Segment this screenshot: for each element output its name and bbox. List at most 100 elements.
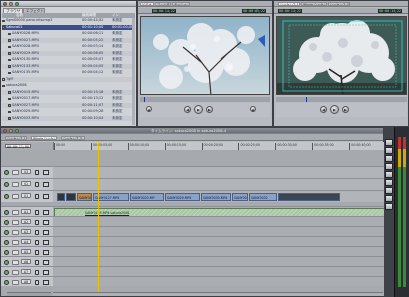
- track-visibility-icon[interactable]: [4, 182, 9, 187]
- video-clip[interactable]: SANY003: [232, 193, 248, 201]
- audio-track-header[interactable]: A4: [1, 236, 53, 246]
- canvas-duration-timecode[interactable]: 00:00:14;22: [278, 9, 302, 13]
- video-track-lane[interactable]: [53, 166, 385, 178]
- canvas-prev-edit-button[interactable]: ◀: [320, 106, 327, 113]
- browser-row[interactable]: SANY0135.MP4 00:00:04;12 未設定: [2, 70, 135, 76]
- crop-tool-icon[interactable]: [385, 195, 393, 202]
- canvas-current-timecode[interactable]: 00:00:14;22: [378, 9, 402, 13]
- tab-whole-sequence[interactable]: Whole シーケンス: [301, 2, 327, 6]
- track-label[interactable]: A2: [21, 218, 31, 224]
- lock-icon[interactable]: [35, 181, 39, 187]
- viewer-playhead[interactable]: [144, 97, 145, 102]
- timeline-close-icon[interactable]: [3, 129, 7, 133]
- track-audible-icon[interactable]: [4, 230, 9, 235]
- video-clip[interactable]: [57, 193, 65, 201]
- browser-row[interactable]: SANY0033.MP4 00:00:10;04 未設定: [2, 115, 135, 121]
- audio-track-header[interactable]: A5: [1, 246, 53, 256]
- canvas-play-button[interactable]: ▶: [330, 105, 339, 114]
- source-patch[interactable]: [12, 229, 19, 235]
- timeline-tab-sequence-3[interactable]: シーケンス 3: [61, 136, 85, 140]
- tab-motion[interactable]: モーション: [172, 2, 190, 6]
- timeline-zoom-icon[interactable]: [15, 129, 19, 133]
- mark-in-button[interactable]: ◆: [146, 106, 152, 112]
- audio-track-lane[interactable]: [53, 256, 385, 266]
- viewer-scrubber[interactable]: [140, 97, 270, 102]
- auto-select-icon[interactable]: [43, 239, 49, 245]
- auto-select-icon[interactable]: [43, 209, 49, 215]
- video-track-lane[interactable]: [53, 178, 385, 190]
- audio-track-lane[interactable]: [53, 226, 385, 236]
- video-track-header[interactable]: V3: [1, 166, 53, 178]
- audio-track-lane[interactable]: [53, 276, 385, 286]
- audio-track-header[interactable]: A3: [1, 226, 53, 236]
- source-patch[interactable]: [12, 279, 19, 285]
- track-audible-icon[interactable]: [4, 240, 9, 245]
- track-label[interactable]: A8: [21, 278, 31, 284]
- track-label[interactable]: A3: [21, 228, 31, 234]
- edit-select-tool-icon[interactable]: [385, 147, 393, 154]
- lock-icon[interactable]: [35, 269, 39, 275]
- track-visibility-icon[interactable]: [4, 194, 9, 199]
- browser-row[interactable]: Tgff: [2, 76, 135, 82]
- viewer-current-timecode[interactable]: 00:00:05;22: [242, 9, 266, 13]
- video-clip[interactable]: [66, 193, 76, 201]
- browser-row[interactable]: sakura2008: [2, 83, 135, 89]
- video-clip[interactable]: SANY0030.MP4: [201, 193, 231, 201]
- minimize-icon[interactable]: [9, 2, 13, 6]
- video-track-header[interactable]: V1: [1, 190, 53, 202]
- browser-row[interactable]: SANY0029.MP4 00:00:06;05 未設定: [2, 50, 135, 56]
- audio-track-header[interactable]: A1: [1, 206, 53, 216]
- auto-select-icon[interactable]: [43, 259, 49, 265]
- canvas-next-edit-button[interactable]: ▶: [342, 106, 349, 113]
- auto-select-icon[interactable]: [43, 219, 49, 225]
- browser-row[interactable]: SANY0029.MP4 00:00:09;28 未設定: [2, 109, 135, 115]
- auto-select-icon[interactable]: [43, 193, 49, 199]
- lock-icon[interactable]: [35, 209, 39, 215]
- auto-select-icon[interactable]: [43, 169, 49, 175]
- audio-track-lane[interactable]: [53, 216, 385, 226]
- audio-track-header[interactable]: A8: [1, 276, 53, 286]
- track-label[interactable]: V1: [21, 192, 31, 198]
- track-label[interactable]: A7: [21, 268, 31, 274]
- close-icon[interactable]: [3, 2, 7, 6]
- source-patch[interactable]: [12, 169, 19, 175]
- ripple-tool-icon[interactable]: [385, 163, 393, 170]
- source-patch[interactable]: [12, 269, 19, 275]
- lock-icon[interactable]: [35, 259, 39, 265]
- timeline-ruler[interactable]: 00:00 00:00:05;00 00:00:10;00 00:00:15;00 00…: [53, 142, 385, 150]
- browser-row[interactable]: Sakura01 00:01:10;00 00:01:00;00: [2, 24, 135, 30]
- lock-icon[interactable]: [35, 229, 39, 235]
- source-patch[interactable]: [12, 239, 19, 245]
- audio-track-header[interactable]: A6: [1, 256, 53, 266]
- browser-scrollbar[interactable]: [132, 18, 135, 125]
- lock-icon[interactable]: [35, 219, 39, 225]
- auto-select-icon[interactable]: [43, 249, 49, 255]
- track-label[interactable]: A5: [21, 248, 31, 254]
- canvas-scrubber[interactable]: [276, 97, 407, 102]
- audio-track-header[interactable]: A2: [1, 216, 53, 226]
- video-clip[interactable]: SANY0020.MP: [130, 193, 164, 201]
- browser-row[interactable]: SgmS0000 pano-intscmp3 00:00:44;02 未設定: [2, 18, 135, 24]
- lock-icon[interactable]: [35, 169, 39, 175]
- canvas-video[interactable]: [276, 16, 407, 95]
- video-clip[interactable]: [278, 193, 340, 201]
- track-label[interactable]: V3: [21, 168, 31, 174]
- zoom-tool-icon[interactable]: [385, 187, 393, 194]
- browser-row[interactable]: SANY0017.MP4 00:00:13;12 未設定: [2, 96, 135, 102]
- source-patch[interactable]: [12, 193, 19, 199]
- source-patch[interactable]: [12, 209, 19, 215]
- audio-track-lane[interactable]: [53, 246, 385, 256]
- tab-sequence-3[interactable]: シーケンス 3: [328, 2, 350, 6]
- zoom-icon[interactable]: [15, 2, 19, 6]
- lock-icon[interactable]: [35, 193, 39, 199]
- track-select-tool-icon[interactable]: [385, 155, 393, 162]
- selection-tool-icon[interactable]: [385, 139, 393, 146]
- browser-row[interactable]: SANY0027.MP4 00:00:11;07 未設定: [2, 102, 135, 108]
- lock-icon[interactable]: [35, 279, 39, 285]
- timeline-tab-whole-sequence[interactable]: Whole シーケンス: [31, 136, 57, 140]
- auto-select-icon[interactable]: [43, 181, 49, 187]
- mark-out-button[interactable]: ◆: [250, 106, 256, 112]
- tab-video[interactable]: ビデオ: [140, 2, 154, 6]
- slip-tool-icon[interactable]: [385, 179, 393, 186]
- track-label[interactable]: A1: [21, 208, 31, 214]
